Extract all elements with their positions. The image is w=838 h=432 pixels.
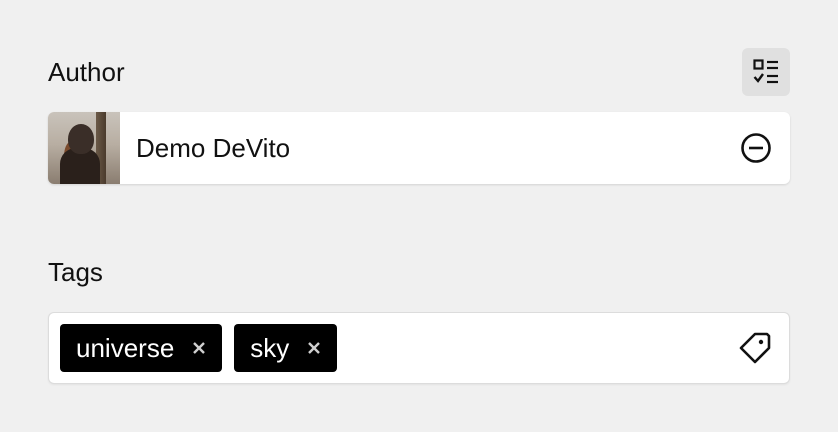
close-icon — [193, 342, 206, 354]
tag-chip: sky — [234, 324, 338, 372]
minus-circle-icon — [741, 133, 771, 163]
tags-input[interactable]: universe sky — [48, 312, 790, 384]
tag-remove-button[interactable] — [190, 339, 208, 357]
tag-label: universe — [76, 332, 175, 363]
post-settings-panel: Author Demo DeVito Tags universe sky — [0, 0, 838, 432]
tag-remove-button[interactable] — [305, 339, 323, 357]
tag-icon — [739, 332, 771, 364]
author-section-title: Author — [48, 57, 125, 87]
avatar — [48, 112, 120, 184]
author-list-toggle-button[interactable] — [742, 48, 790, 96]
author-card[interactable]: Demo DeVito — [48, 112, 790, 184]
tag-field-icon — [735, 328, 775, 368]
tag-label: sky — [250, 332, 290, 363]
close-icon — [308, 342, 321, 354]
list-checks-icon — [753, 59, 778, 84]
remove-author-button[interactable] — [736, 128, 776, 168]
tag-list: universe sky — [60, 324, 735, 372]
tags-section-title: Tags — [48, 257, 103, 287]
tag-chip: universe — [60, 324, 223, 372]
author-name: Demo DeVito — [136, 132, 291, 163]
